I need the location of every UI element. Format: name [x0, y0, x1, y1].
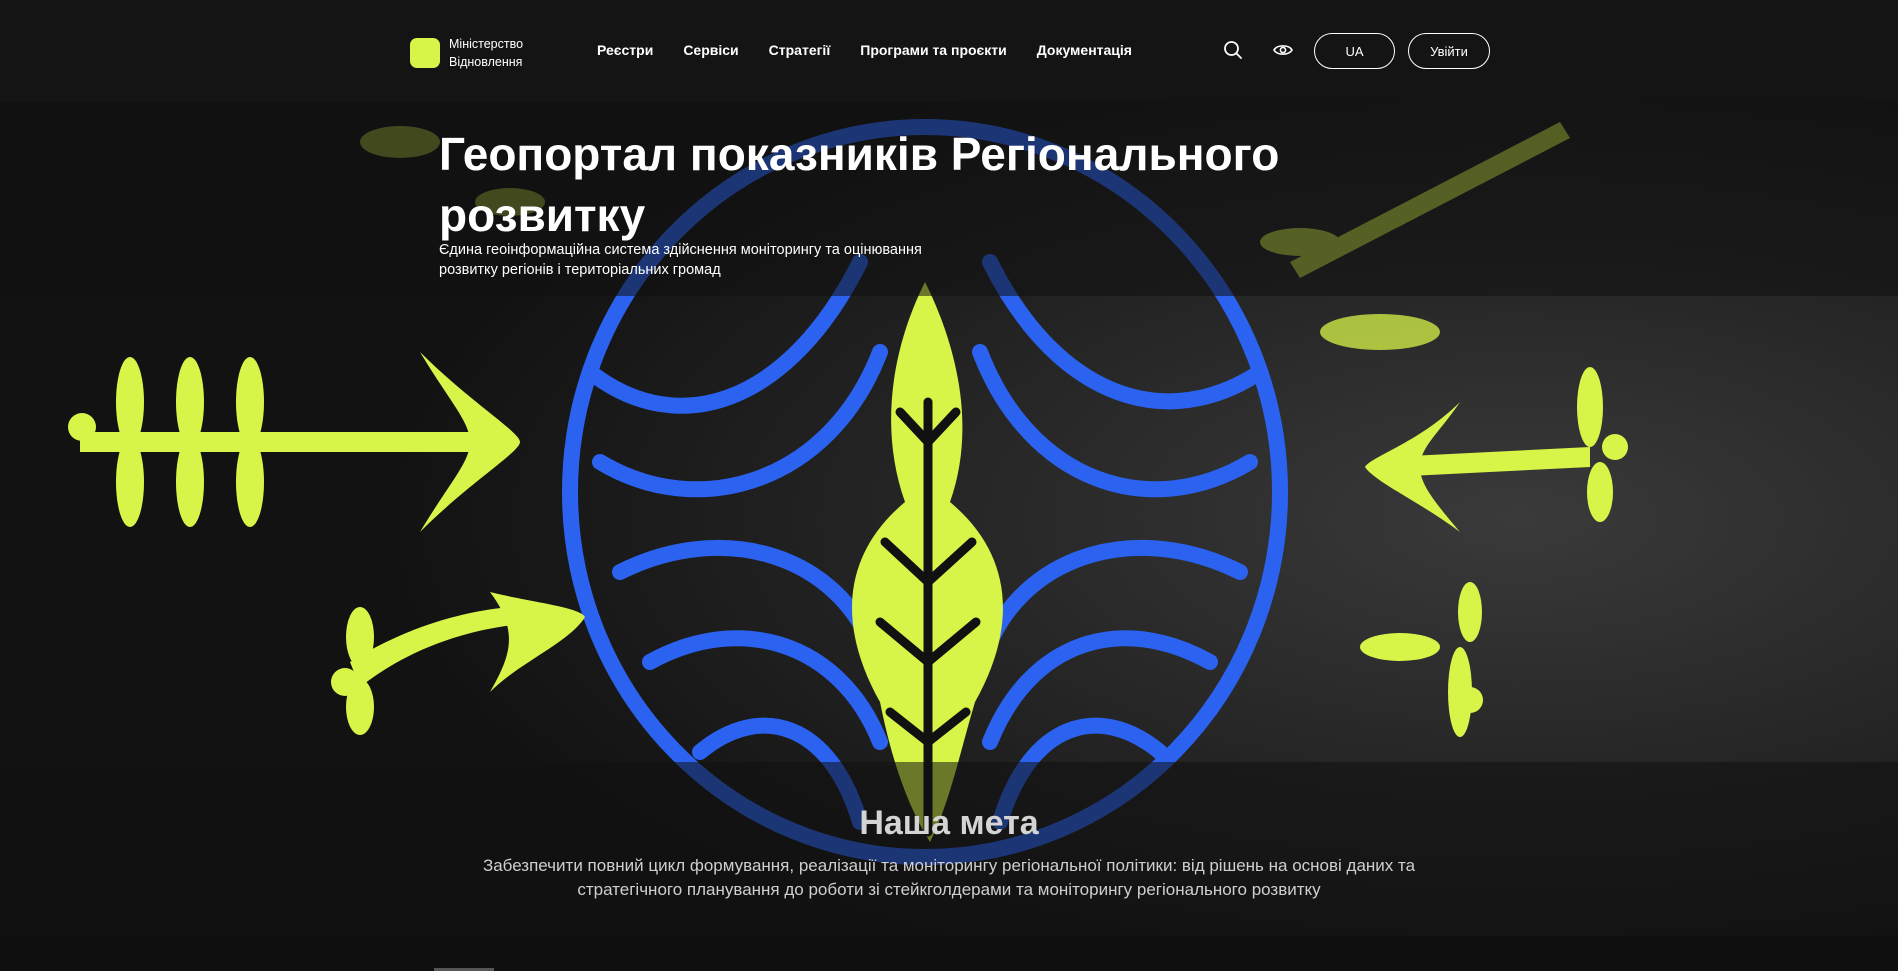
logo-line-1: Міністерство [449, 37, 524, 51]
nav-item-strategies[interactable]: Стратегії [769, 42, 831, 58]
hero-section: Геопортал показників Регіонального розви… [0, 102, 1898, 936]
logo-mark-icon [410, 38, 440, 68]
login-button[interactable]: Увійти [1408, 33, 1490, 69]
mission-title: Наша мета [859, 804, 1039, 842]
main-nav: Реєстри Сервіси Стратегії Програми та пр… [597, 42, 1132, 58]
nav-item-documentation[interactable]: Документація [1037, 42, 1132, 58]
mission-text: Забезпечити повний цикл формування, реал… [482, 856, 1416, 899]
page-subtitle: Єдина геоінформаційна система здійснення… [439, 242, 922, 278]
site-header: Міністерство Відновлення Реєстри Сервіси… [0, 0, 1898, 102]
accessibility-button[interactable] [1272, 39, 1294, 61]
ministry-logo[interactable]: Міністерство Відновлення [410, 35, 539, 71]
logo-line-2: Відновлення [449, 55, 523, 69]
logo-text: Міністерство Відновлення [449, 35, 539, 71]
search-button[interactable] [1222, 39, 1244, 61]
mission-band [0, 762, 1898, 936]
nav-item-programs[interactable]: Програми та проєкти [860, 42, 1006, 58]
search-icon [1224, 41, 1242, 59]
nav-item-registries[interactable]: Реєстри [597, 42, 653, 58]
eye-icon [1273, 45, 1293, 55]
page-footer-strip [0, 936, 1898, 971]
nav-item-services[interactable]: Сервіси [683, 42, 738, 58]
page-title: Геопортал показників Регіонального розви… [439, 128, 1280, 241]
language-button[interactable]: UA [1314, 33, 1395, 69]
